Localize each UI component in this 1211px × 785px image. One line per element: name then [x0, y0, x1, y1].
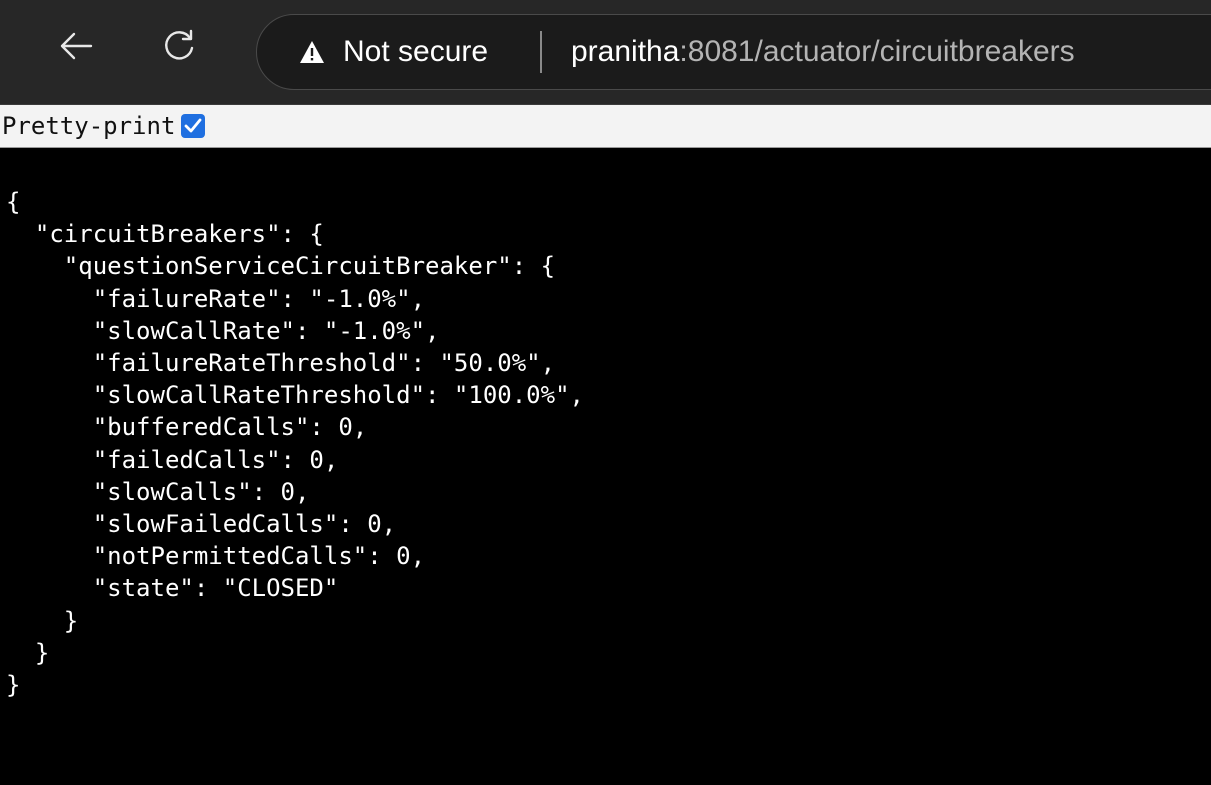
back-button[interactable]: [52, 22, 100, 70]
address-bar[interactable]: Not secure pranitha:8081/actuator/circui…: [256, 14, 1211, 90]
warning-triangle-icon: [300, 41, 324, 63]
url-path: :8081/actuator/circuitbreakers: [679, 35, 1075, 68]
address-separator: [540, 31, 542, 73]
checkmark-icon: [184, 118, 202, 133]
pretty-print-bar: Pretty-print: [0, 105, 1211, 149]
reload-button[interactable]: [156, 22, 204, 70]
security-label: Not secure: [343, 35, 489, 68]
reload-icon: [165, 29, 194, 60]
pretty-print-label: Pretty-print: [2, 112, 176, 140]
pretty-print-checkbox[interactable]: [181, 114, 206, 138]
url-text[interactable]: pranitha:8081/actuator/circuitbreakers: [571, 15, 1075, 89]
json-content: { "circuitBreakers": { "questionServiceC…: [6, 188, 584, 700]
back-arrow-icon: [60, 32, 93, 60]
url-host: pranitha: [571, 35, 680, 68]
json-viewer: { "circuitBreakers": { "questionServiceC…: [0, 148, 1211, 785]
browser-toolbar: Not secure pranitha:8081/actuator/circui…: [0, 0, 1211, 105]
security-indicator[interactable]: Not secure: [299, 15, 488, 89]
